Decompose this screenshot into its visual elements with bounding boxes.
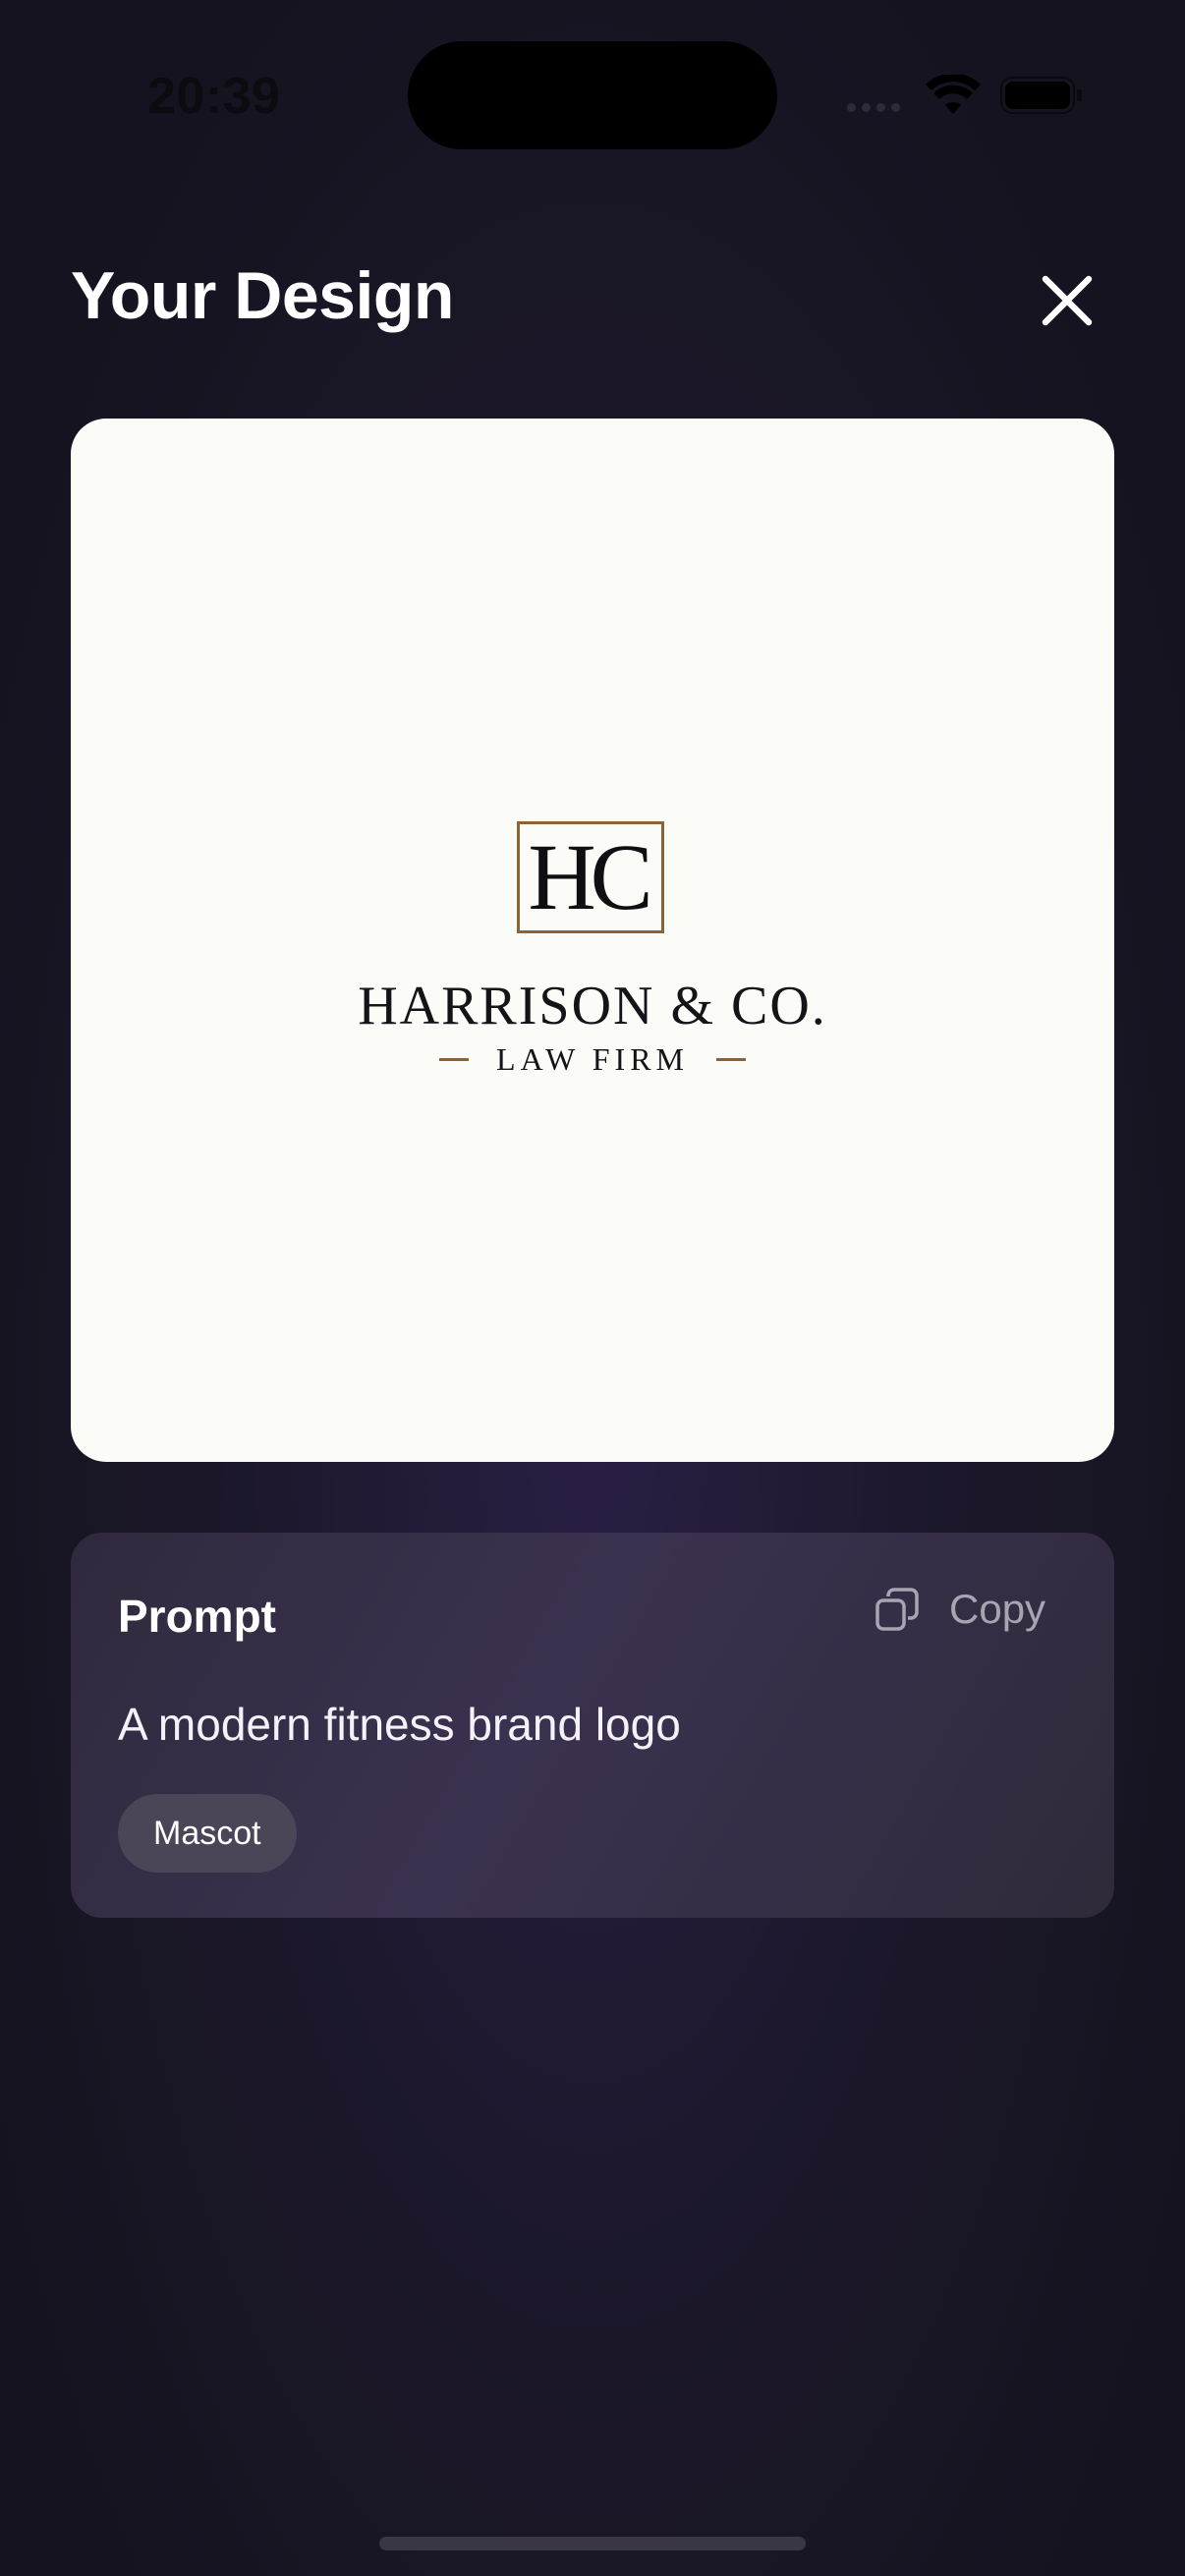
status-time: 20:39 (147, 68, 281, 125)
close-icon (1042, 275, 1093, 326)
design-preview-card[interactable]: HC HARRISON & CO. LAW FIRM (71, 419, 1114, 1462)
dynamic-island (408, 41, 777, 149)
copy-icon (875, 1588, 919, 1631)
logo-monogram: HC (517, 821, 664, 933)
battery-icon (1000, 77, 1082, 114)
cellular-icon (847, 103, 900, 112)
logo-subtitle-row: LAW FIRM (71, 1041, 1114, 1078)
close-button[interactable] (1028, 261, 1106, 340)
logo-dash-left (439, 1058, 470, 1061)
prompt-text: A modern fitness brand logo (118, 1699, 681, 1750)
logo-company-name: HARRISON & CO. (358, 976, 827, 1036)
page-title: Your Design (71, 258, 454, 333)
style-tag-chip[interactable]: Mascot (118, 1794, 297, 1873)
copy-label: Copy (949, 1586, 1046, 1632)
copy-button[interactable]: Copy (875, 1586, 1045, 1633)
logo-subtitle: LAW FIRM (496, 1041, 689, 1077)
status-bar: 20:39 (0, 0, 1185, 187)
wifi-icon (926, 75, 981, 114)
prompt-label: Prompt (118, 1591, 276, 1642)
home-indicator[interactable] (379, 2537, 806, 2550)
logo-dash-right (715, 1058, 746, 1061)
prompt-card: Prompt Copy A modern fitness brand logo … (71, 1533, 1114, 1918)
